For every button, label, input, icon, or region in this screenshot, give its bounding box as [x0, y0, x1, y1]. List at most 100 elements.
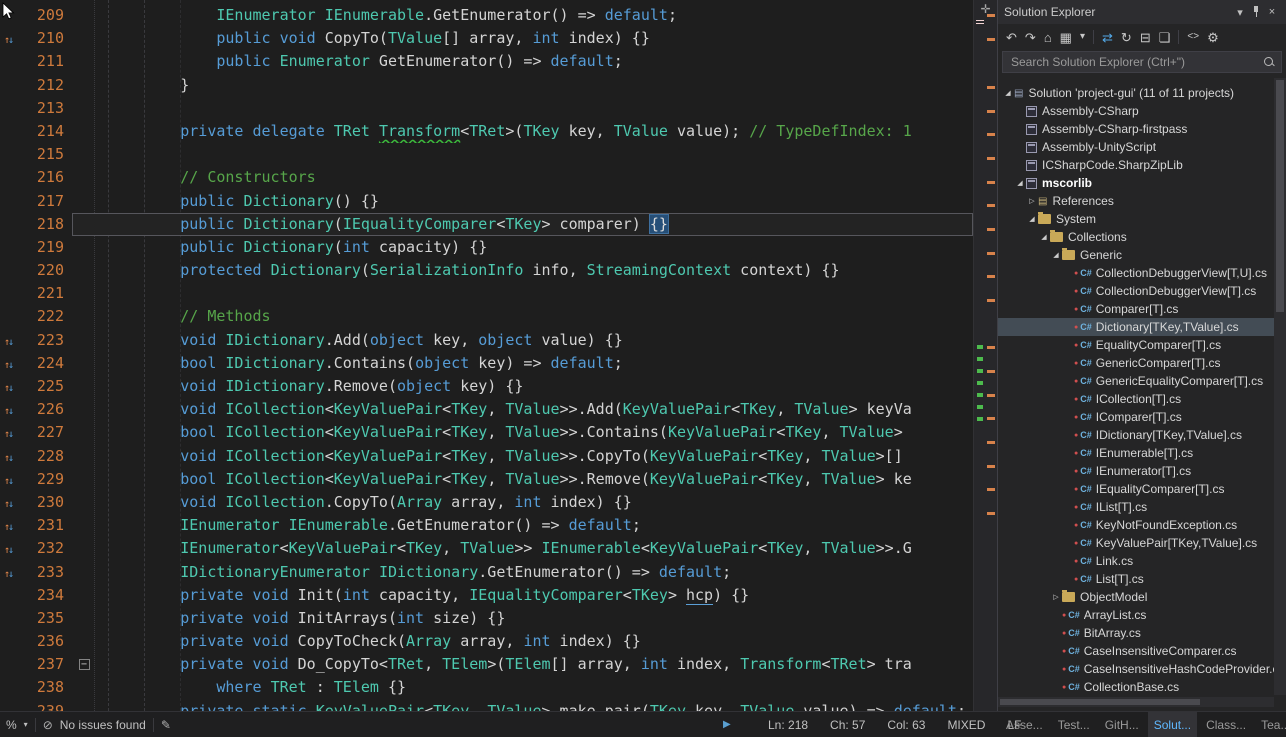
- no-issues-icon[interactable]: ⊘: [43, 718, 53, 732]
- zoom-label[interactable]: %: [6, 718, 17, 732]
- tree-item[interactable]: ●C#GenericEqualityComparer[T].cs: [998, 372, 1274, 390]
- breakpoint-gutter[interactable]: [0, 97, 18, 120]
- view-code-icon[interactable]: <>: [1187, 32, 1199, 42]
- line-number[interactable]: 227: [18, 421, 72, 444]
- breakpoint-gutter[interactable]: [0, 305, 18, 328]
- panel-tab[interactable]: Class...: [1200, 712, 1252, 737]
- breakpoint-gutter[interactable]: ↑↓: [0, 421, 18, 444]
- code-text[interactable]: bool IDictionary.Contains(object key) =>…: [96, 352, 973, 375]
- code-line[interactable]: ↑↓225 void IDictionary.Remove(object key…: [0, 375, 973, 398]
- tree-item[interactable]: ◢▤Solution 'project-gui' (11 of 11 proje…: [998, 84, 1274, 102]
- close-icon[interactable]: ×: [1264, 6, 1280, 18]
- tree-item[interactable]: Assembly-UnityScript: [998, 138, 1274, 156]
- tree-item[interactable]: Assembly-CSharp-firstpass: [998, 120, 1274, 138]
- scrollbar-annotations[interactable]: ✛: [973, 0, 997, 711]
- code-line[interactable]: 238 where TRet : TElem {}: [0, 676, 973, 699]
- code-text[interactable]: public Dictionary() {}: [96, 190, 973, 213]
- code-text[interactable]: public Dictionary(int capacity) {}: [96, 236, 973, 259]
- breakpoint-gutter[interactable]: [0, 213, 18, 236]
- code-line[interactable]: ↑↓229 bool ICollection<KeyValuePair<TKey…: [0, 468, 973, 491]
- code-line[interactable]: ↑↓232 IEnumerator<KeyValuePair<TKey, TVa…: [0, 537, 973, 560]
- switch-views-caret-icon[interactable]: ▾: [1080, 32, 1085, 42]
- line-number[interactable]: 229: [18, 468, 72, 491]
- reference-arrows-icon[interactable]: ↑↓: [4, 516, 14, 539]
- tree-item[interactable]: ●C#IDictionary[TKey,TValue].cs: [998, 426, 1274, 444]
- reference-arrows-icon[interactable]: ↑↓: [4, 447, 14, 470]
- code-text[interactable]: private void InitArrays(int size) {}: [96, 607, 973, 630]
- code-line[interactable]: ↑↓228 void ICollection<KeyValuePair<TKey…: [0, 445, 973, 468]
- panel-tab[interactable]: Solut...: [1148, 712, 1197, 737]
- breakpoint-gutter[interactable]: [0, 50, 18, 73]
- tree-item[interactable]: ●C#CollectionBase.cs: [998, 678, 1274, 695]
- tree-item[interactable]: ●C#Link.cs: [998, 552, 1274, 570]
- line-number[interactable]: 214: [18, 120, 72, 143]
- issues-label[interactable]: No issues found: [60, 718, 146, 732]
- code-line[interactable]: ↑↓231 IEnumerator IEnumerable.GetEnumera…: [0, 514, 973, 537]
- code-text[interactable]: bool ICollection<KeyValuePair<TKey, TVal…: [96, 421, 973, 444]
- line-number[interactable]: 211: [18, 50, 72, 73]
- line-number[interactable]: 238: [18, 676, 72, 699]
- expander-open-icon[interactable]: ◢: [1014, 179, 1026, 187]
- line-number[interactable]: 233: [18, 561, 72, 584]
- code-text[interactable]: IEnumerator IEnumerable.GetEnumerator() …: [96, 4, 973, 27]
- breakpoint-gutter[interactable]: ↑↓: [0, 375, 18, 398]
- code-text[interactable]: bool ICollection<KeyValuePair<TKey, TVal…: [96, 468, 973, 491]
- tree-vertical-scrollbar[interactable]: [1274, 78, 1286, 695]
- tree-item[interactable]: ●C#CaseInsensitiveComparer.cs: [998, 642, 1274, 660]
- line-number[interactable]: 209: [18, 4, 72, 27]
- code-text[interactable]: [96, 282, 973, 305]
- tree-item[interactable]: ●C#ArrayList.cs: [998, 606, 1274, 624]
- properties-icon[interactable]: ⚙: [1207, 31, 1219, 44]
- sync-with-active-document-icon[interactable]: ⇄: [1102, 31, 1113, 44]
- tree-horizontal-scrollbar[interactable]: [998, 697, 1274, 707]
- expander-closed-icon[interactable]: ▷: [1026, 197, 1038, 205]
- code-line[interactable]: 217 public Dictionary() {}: [0, 190, 973, 213]
- breakpoint-gutter[interactable]: [0, 143, 18, 166]
- code-line[interactable]: ↑↓227 bool ICollection<KeyValuePair<TKey…: [0, 421, 973, 444]
- search-input[interactable]: [1009, 54, 1263, 70]
- breakpoint-gutter[interactable]: [0, 700, 18, 711]
- breakpoint-gutter[interactable]: ↑↓: [0, 352, 18, 375]
- line-number[interactable]: 235: [18, 607, 72, 630]
- code-line[interactable]: ↑↓210 public void CopyTo(TValue[] array,…: [0, 27, 973, 50]
- line-number[interactable]: 230: [18, 491, 72, 514]
- panel-tab[interactable]: Asse...: [1000, 712, 1049, 737]
- pin-icon[interactable]: [1248, 4, 1264, 21]
- tree-item[interactable]: ▷ObjectModel: [998, 588, 1274, 606]
- line-number[interactable]: 221: [18, 282, 72, 305]
- panel-tab[interactable]: Test...: [1052, 712, 1096, 737]
- tree-item[interactable]: ●C#GenericComparer[T].cs: [998, 354, 1274, 372]
- expander-open-icon[interactable]: ◢: [1038, 233, 1050, 241]
- line-number[interactable]: 224: [18, 352, 72, 375]
- code-line[interactable]: 218 public Dictionary(IEqualityComparer<…: [0, 213, 973, 236]
- panel-header[interactable]: Solution Explorer ▾ ×: [998, 0, 1286, 24]
- tree-item[interactable]: ◢System: [998, 210, 1274, 228]
- show-all-files-icon[interactable]: ❏: [1159, 31, 1171, 44]
- code-editor[interactable]: 209 IEnumerator IEnumerable.GetEnumerato…: [0, 0, 973, 711]
- breakpoint-gutter[interactable]: [0, 190, 18, 213]
- collapse-all-icon[interactable]: ⊟: [1140, 31, 1151, 44]
- code-text[interactable]: IEnumerator IEnumerable.GetEnumerator() …: [96, 514, 973, 537]
- breakpoint-gutter[interactable]: [0, 607, 18, 630]
- tree-item[interactable]: ●C#EqualityComparer[T].cs: [998, 336, 1274, 354]
- vertical-scrollbar-thumb[interactable]: [1276, 80, 1284, 312]
- code-line[interactable]: ↑↓230 void ICollection.CopyTo(Array arra…: [0, 491, 973, 514]
- breakpoint-gutter[interactable]: [0, 166, 18, 189]
- tree-item[interactable]: ●C#Comparer[T].cs: [998, 300, 1274, 318]
- caret-position-item[interactable]: Ln: 218: [768, 718, 808, 732]
- breakpoint-gutter[interactable]: [0, 653, 18, 676]
- line-number[interactable]: 237: [18, 653, 72, 676]
- code-text[interactable]: public Dictionary(IEqualityComparer<TKey…: [96, 213, 973, 236]
- play-icon[interactable]: ▶: [723, 719, 731, 730]
- code-line[interactable]: 212 }: [0, 74, 973, 97]
- horizontal-scrollbar-thumb[interactable]: [1000, 699, 1200, 705]
- navigate-back-icon[interactable]: ↶: [1006, 31, 1017, 44]
- reference-arrows-icon[interactable]: ↑↓: [4, 563, 14, 586]
- expander-open-icon[interactable]: ◢: [1026, 215, 1038, 223]
- reference-arrows-icon[interactable]: ↑↓: [4, 29, 14, 52]
- tree-item[interactable]: Assembly-CSharp: [998, 102, 1274, 120]
- line-number[interactable]: 215: [18, 143, 72, 166]
- code-text[interactable]: private static KeyValuePair<TKey, TValue…: [96, 700, 973, 711]
- reference-arrows-icon[interactable]: ↑↓: [4, 493, 14, 516]
- tree-item[interactable]: ●C#CaseInsensitiveHashCodeProvider.cs: [998, 660, 1274, 678]
